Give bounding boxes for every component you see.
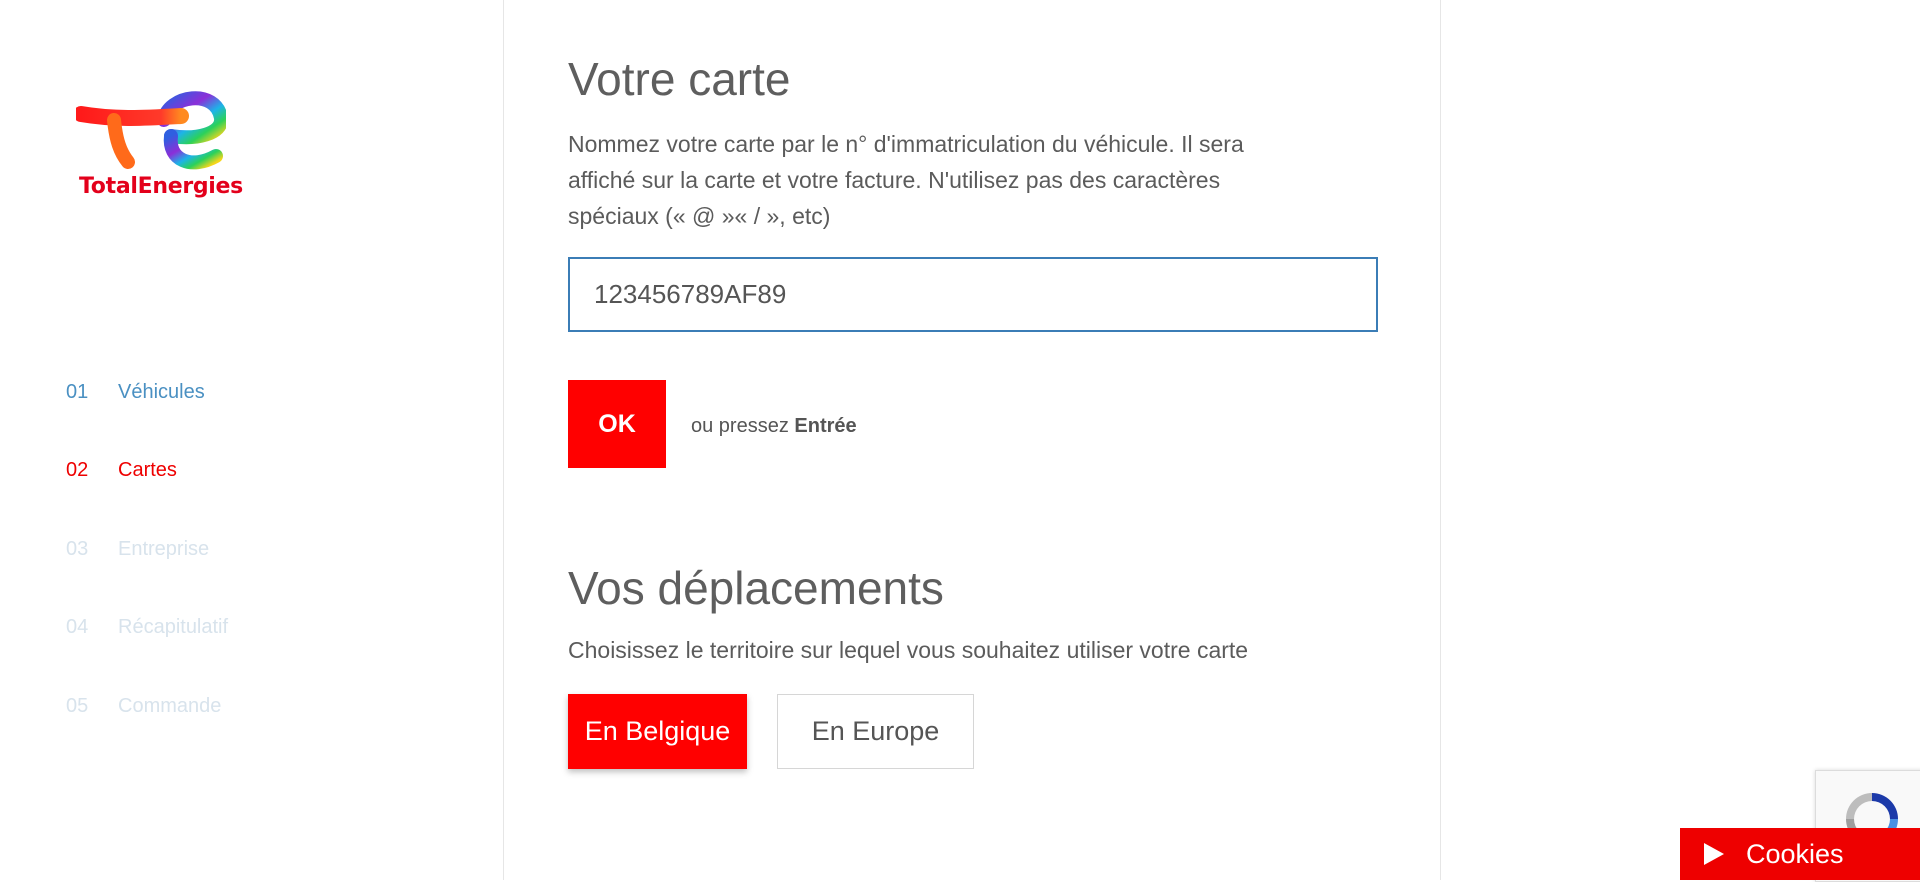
step-number: 02 [66, 458, 89, 481]
step-cartes[interactable]: 02 Cartes [66, 450, 177, 490]
travel-description: Choisissez le territoire sur lequel vous… [568, 637, 1249, 663]
step-label: Cartes [118, 458, 177, 481]
cookies-button[interactable]: Cookies [1680, 828, 1920, 880]
card-section-title: Votre carte [568, 53, 791, 105]
hint-prefix: ou pressez [691, 415, 789, 437]
europe-option-button[interactable]: En Europe [777, 694, 974, 769]
card-name-input[interactable] [568, 257, 1378, 332]
ok-button[interactable]: OK [568, 380, 666, 468]
main-form: Votre carte Nommez votre carte par le n°… [503, 0, 1441, 880]
enter-hint: ou pressez Entrée [691, 415, 857, 438]
cookies-label: Cookies [1746, 838, 1844, 869]
travel-section-title: Vos déplacements [568, 562, 944, 614]
step-commande: 05 Commande [66, 686, 221, 726]
step-label: Entreprise [118, 537, 210, 560]
brand-name: TotalEnergies [79, 174, 243, 199]
play-icon [1704, 843, 1724, 865]
belgium-option-button[interactable]: En Belgique [568, 694, 747, 769]
hint-key: Entrée [794, 415, 857, 437]
step-label: Commande [118, 694, 222, 717]
card-description: Nommez votre carte par le n° d'immatricu… [568, 131, 1244, 229]
step-number: 04 [66, 615, 89, 638]
step-label: Récapitulatif [118, 615, 229, 638]
step-number: 01 [66, 380, 89, 403]
step-vehicules[interactable]: 01 Véhicules [66, 372, 205, 412]
step-number: 05 [66, 694, 89, 717]
step-label: Véhicules [118, 380, 205, 403]
step-number: 03 [66, 537, 89, 560]
step-entreprise: 03 Entreprise [66, 529, 209, 569]
step-recapitulatif: 04 Récapitulatif [66, 607, 228, 647]
sidebar: TotalEnergies 01 Véhicules 02 Cartes 03 … [0, 0, 503, 880]
